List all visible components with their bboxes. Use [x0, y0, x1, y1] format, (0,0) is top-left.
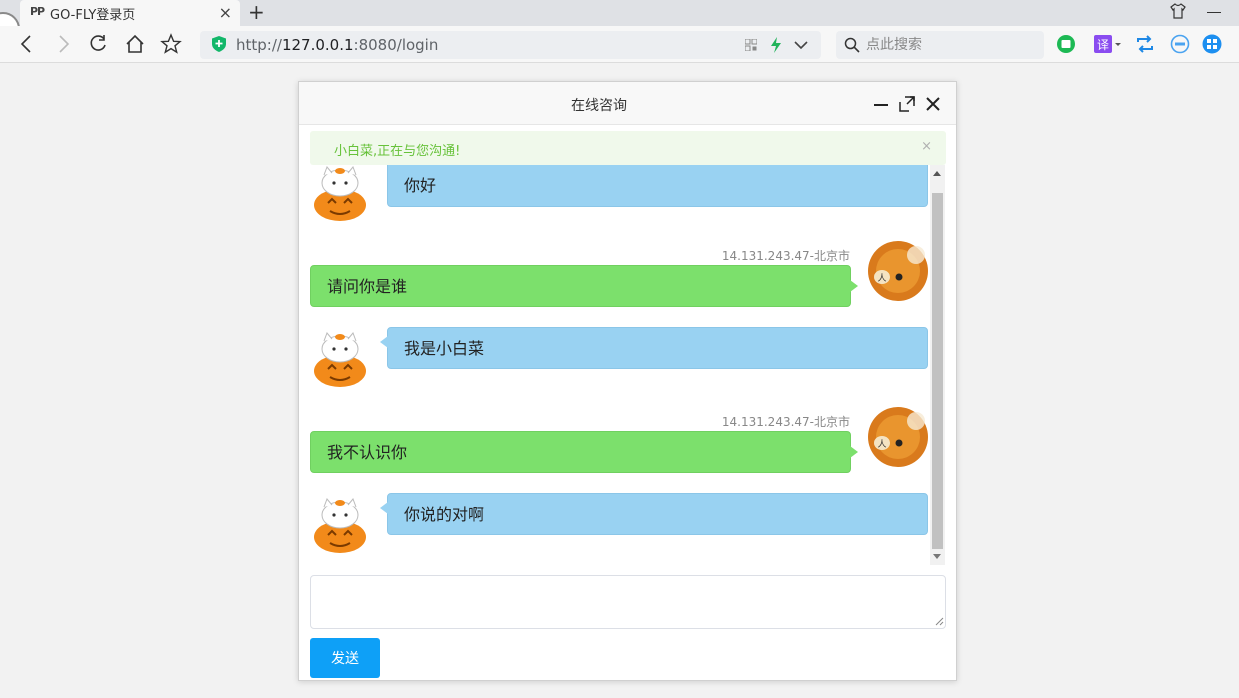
back-icon[interactable] — [16, 33, 38, 55]
connection-notice: 小白菜,正在与您沟通! × — [310, 131, 946, 165]
notice-text: 小白菜,正在与您沟通! — [334, 144, 461, 159]
skin-icon[interactable] — [1170, 3, 1186, 19]
message-bubble: 你说的对啊 — [380, 493, 928, 535]
url-protocol: http:// — [236, 36, 282, 54]
browser-tab[interactable]: PP GO-FLY登录页 × — [20, 0, 240, 26]
home-icon[interactable] — [124, 33, 146, 55]
chevron-down-icon[interactable] — [794, 39, 808, 51]
search-icon — [844, 37, 860, 53]
client-avatar: 人 — [868, 241, 928, 301]
search-input[interactable] — [866, 35, 1036, 55]
message-list[interactable]: 你好 14.131.243.47-北京市 请问你是谁 人 我是小白菜 14.13… — [310, 165, 933, 563]
client-avatar: 人 — [868, 407, 928, 467]
svg-text:人: 人 — [877, 439, 886, 450]
service-avatar — [314, 166, 366, 221]
maximize-icon[interactable] — [899, 96, 915, 112]
chat-dialog: 在线咨询 小白菜,正在与您沟通! × 你好 14.131.243.47-北京市 … — [298, 81, 957, 681]
resize-grip-icon[interactable] — [935, 617, 944, 626]
message-scrollbar[interactable] — [930, 165, 945, 565]
scroll-down-arrow-icon[interactable] — [933, 554, 941, 559]
message-input[interactable] — [310, 575, 946, 629]
message-meta: 14.131.243.47-北京市 — [721, 415, 850, 429]
tab-close-icon[interactable]: × — [219, 3, 232, 22]
reader-extension-icon[interactable] — [1056, 34, 1076, 54]
message-bubble: 请问你是谁 — [310, 265, 858, 307]
send-button[interactable]: 发送 — [310, 638, 380, 678]
message-bubble: 我不认识你 — [310, 431, 858, 473]
svg-text:译: 译 — [1097, 38, 1109, 52]
apps-extension-icon[interactable] — [1202, 34, 1222, 54]
message-bubble: 我是小白菜 — [380, 327, 928, 369]
dialog-header[interactable]: 在线咨询 — [299, 82, 956, 125]
bookmark-star-icon[interactable] — [160, 33, 182, 55]
notice-close-icon[interactable]: × — [921, 139, 932, 154]
scroll-up-arrow-icon[interactable] — [933, 171, 941, 176]
service-avatar — [314, 498, 366, 553]
url-host: 127.0.0.1 — [281, 36, 354, 54]
address-bar[interactable]: http://127.0.0.1:8080/login — [200, 31, 821, 59]
favicon-icon: PP — [30, 5, 45, 18]
browser-tab-bar: PP GO-FLY登录页 × + — [0, 0, 1239, 46]
url-path: :8080/login — [353, 36, 439, 54]
sync-extension-icon[interactable] — [1135, 34, 1155, 54]
url-text[interactable]: http://127.0.0.1:8080/login — [236, 36, 438, 54]
block-extension-icon[interactable] — [1170, 34, 1190, 54]
service-avatar — [314, 332, 366, 387]
forward-icon[interactable] — [52, 33, 74, 55]
scrollbar-thumb[interactable] — [932, 193, 943, 549]
browser-toolbar: http://127.0.0.1:8080/login 译 — [0, 26, 1239, 63]
message-meta: 14.131.243.47-北京市 — [721, 249, 850, 263]
speed-mode-icon[interactable] — [770, 37, 782, 53]
svg-text:人: 人 — [877, 273, 886, 284]
minimize-icon[interactable] — [873, 96, 889, 112]
window-minimize-button[interactable] — [1207, 12, 1221, 13]
dialog-title: 在线咨询 — [571, 98, 627, 114]
security-shield-icon[interactable] — [212, 36, 226, 52]
new-tab-button[interactable]: + — [248, 0, 265, 24]
translate-extension-icon[interactable]: 译 — [1094, 34, 1122, 54]
qr-code-icon[interactable] — [745, 39, 757, 51]
reload-icon[interactable] — [87, 33, 109, 55]
close-icon[interactable] — [925, 96, 941, 112]
tab-title: GO-FLY登录页 — [50, 8, 136, 23]
search-box[interactable] — [836, 31, 1044, 59]
message-bubble: 你好 — [387, 165, 928, 207]
